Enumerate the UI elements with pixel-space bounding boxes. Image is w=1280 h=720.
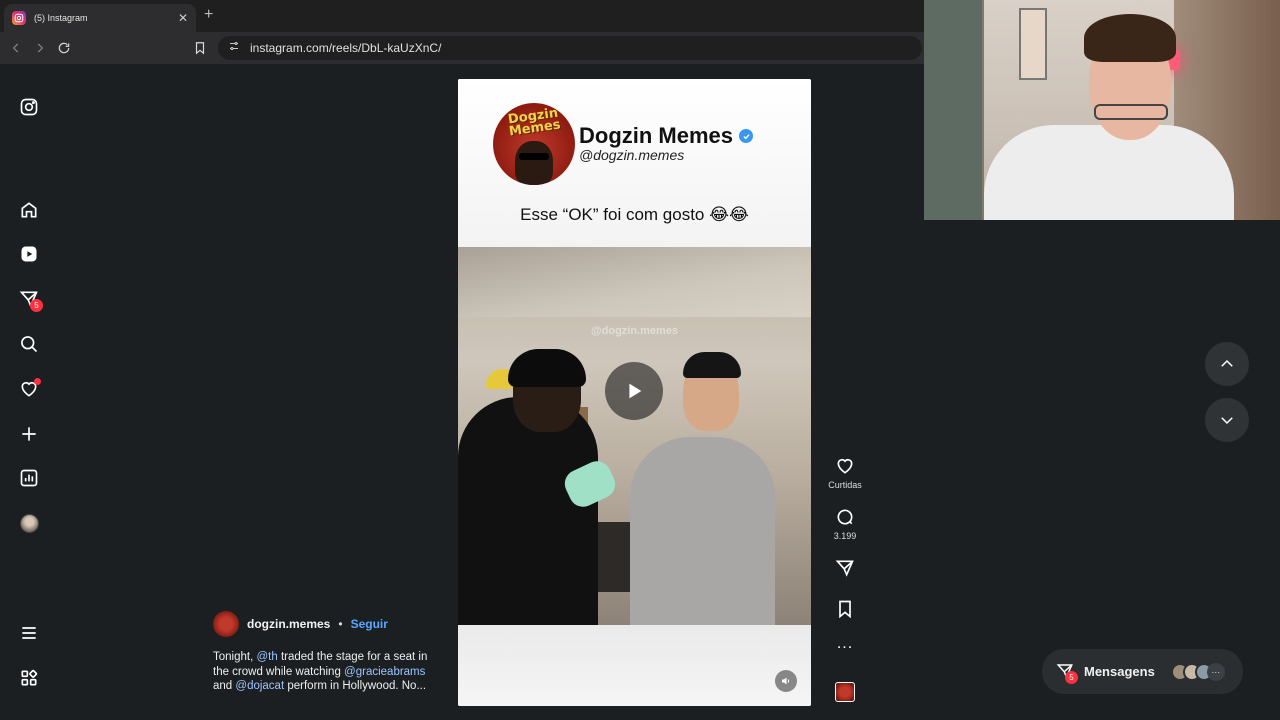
video-watermark: @dogzin.memes	[590, 325, 679, 337]
streamer-glasses	[1094, 104, 1168, 120]
chevron-up-icon	[1221, 359, 1233, 367]
person-left-durag	[508, 349, 586, 387]
ceiling	[458, 247, 811, 317]
video-frame[interactable]: @dogzin.memes	[458, 247, 811, 625]
mention-link[interactable]: @th	[256, 651, 277, 663]
address-bar[interactable]: instagram.com/reels/DbL-kaUzXnC/	[218, 36, 922, 60]
brand-avatar: Dogzin Memes	[493, 103, 575, 185]
reel-player[interactable]: Dogzin Memes Dogzin Memes @dogzin.memes …	[458, 79, 811, 706]
separator: •	[338, 617, 343, 631]
messages-pill[interactable]: 5 Mensagens ···	[1042, 649, 1243, 694]
apps-icon[interactable]	[18, 667, 40, 689]
reel-bottom-area	[458, 625, 811, 706]
profile-avatar[interactable]	[18, 512, 40, 534]
person-right-cap	[683, 352, 741, 378]
caption-text: perform in Hollywood. No...	[284, 680, 427, 692]
reels-icon[interactable]	[18, 243, 40, 265]
comment-count: 3.199	[833, 531, 857, 541]
url-text: instagram.com/reels/DbL-kaUzXnC/	[250, 41, 442, 55]
instagram-favicon-icon	[12, 11, 26, 25]
save-button[interactable]	[822, 599, 868, 619]
post-user-row: dogzin.memes • Seguir	[213, 611, 443, 637]
messages-icon: 5	[1056, 662, 1078, 684]
forward-icon[interactable]	[28, 36, 52, 60]
bookmark-icon[interactable]	[188, 36, 212, 60]
speaker-icon	[782, 677, 790, 685]
audio-thumbnail[interactable]	[822, 682, 868, 702]
menu-icon[interactable]	[18, 622, 40, 644]
new-tab-button[interactable]: +	[204, 7, 213, 23]
instagram-sidebar: 5	[0, 64, 58, 720]
post-caption[interactable]: Tonight, @th traded the stage for a seat…	[213, 650, 428, 694]
like-label: Curtidas	[828, 480, 862, 490]
webcam-overlay	[924, 0, 1280, 220]
play-button[interactable]	[605, 362, 663, 420]
audio-thumbnail-image	[835, 682, 855, 702]
site-settings-icon[interactable]	[228, 39, 240, 57]
message-avatars: ···	[1170, 662, 1225, 681]
more-icon: ···	[1206, 662, 1225, 681]
mention-link[interactable]: @dojacat	[235, 680, 284, 692]
brand-name-text: Dogzin Memes	[579, 123, 734, 148]
next-reel-button[interactable]	[1205, 398, 1249, 442]
sunglasses-illustration	[519, 153, 549, 160]
verified-icon	[739, 129, 754, 143]
messages-icon[interactable]: 5	[18, 288, 43, 312]
reel-caption-overlay: Esse “OK” foi com gosto 😂😂	[520, 205, 749, 224]
back-icon[interactable]	[4, 36, 28, 60]
caption-text: and	[213, 680, 236, 692]
bookmark-icon	[839, 600, 851, 619]
heart-icon	[837, 458, 853, 474]
person-right	[630, 437, 775, 625]
messages-label: Mensagens	[1084, 664, 1155, 679]
browser-toolbar: instagram.com/reels/DbL-kaUzXnC/	[0, 32, 924, 64]
play-icon	[629, 383, 642, 399]
share-icon	[835, 560, 854, 577]
tab-title: (5) Instagram	[34, 13, 88, 23]
more-icon: ...	[836, 635, 854, 652]
mute-button[interactable]	[775, 670, 797, 692]
person-left	[458, 397, 598, 625]
brand-logo-text: Dogzin Memes	[507, 105, 562, 140]
post-info: dogzin.memes • Seguir Tonight, @th trade…	[213, 611, 443, 694]
dog-illustration	[515, 141, 553, 185]
instagram-icon[interactable]	[18, 96, 40, 118]
streamer-shirt	[984, 125, 1234, 220]
reload-icon[interactable]	[52, 36, 76, 60]
brand-name: Dogzin Memes	[579, 123, 754, 149]
mention-link[interactable]: @gracieabrams	[344, 666, 425, 678]
heart-icon[interactable]	[18, 378, 41, 400]
wall-poster	[1019, 8, 1047, 80]
tab-close-icon[interactable]: ✕	[178, 12, 188, 24]
reel-header-overlay: Dogzin Memes Dogzin Memes @dogzin.memes …	[458, 79, 811, 247]
post-avatar[interactable]	[213, 611, 239, 637]
comment-button[interactable]: 3.199	[822, 507, 868, 541]
browser-tab[interactable]: (5) Instagram ✕	[4, 4, 196, 32]
search-icon[interactable]	[18, 333, 40, 355]
messages-badge: 5	[30, 299, 43, 312]
follow-button[interactable]: Seguir	[351, 617, 388, 631]
chevron-down-icon	[1221, 417, 1233, 425]
like-button[interactable]: Curtidas	[822, 456, 868, 490]
caption-text: Tonight,	[213, 651, 257, 663]
dashboard-icon[interactable]	[18, 467, 40, 489]
comment-icon	[837, 509, 853, 525]
share-button[interactable]	[822, 558, 868, 578]
post-username[interactable]: dogzin.memes	[247, 617, 330, 631]
streamer-hair	[1084, 14, 1176, 62]
home-icon[interactable]	[18, 199, 40, 221]
notification-dot	[34, 378, 41, 385]
brand-handle: @dogzin.memes	[579, 147, 685, 163]
avatar	[19, 513, 39, 533]
plus-icon[interactable]	[18, 423, 40, 445]
previous-reel-button[interactable]	[1205, 342, 1249, 386]
more-options-button[interactable]: ...	[822, 635, 868, 652]
messages-pill-badge: 5	[1065, 670, 1078, 684]
hanging-jacket	[924, 0, 982, 220]
